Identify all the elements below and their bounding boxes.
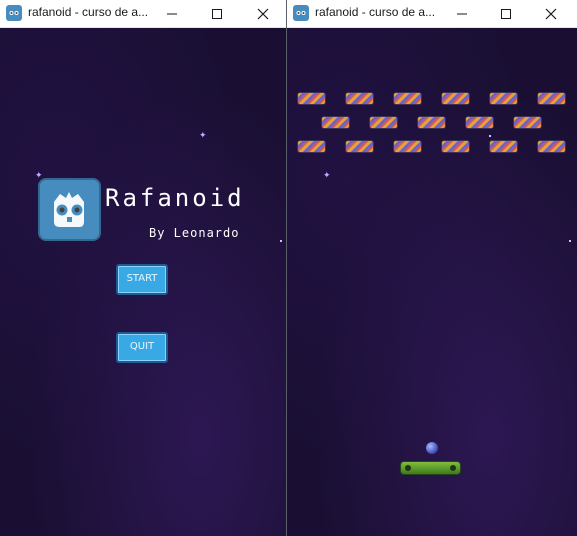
byline: By Leonardo [149,226,240,240]
close-icon [545,8,557,19]
game-title: Rafanoid [105,184,245,212]
brick [393,92,422,105]
paddle-right-cap [450,465,456,471]
window-title: rafanoid - curso de a... [315,5,436,19]
brick [297,140,326,153]
menu-window: rafanoid - curso de a... ✦ ✦ Rafanoid By… [0,0,286,536]
brick [441,140,470,153]
close-button[interactable] [529,0,573,27]
title-bar[interactable]: rafanoid - curso de a... [0,0,286,28]
brick [345,92,374,105]
paddle-left-cap [405,465,411,471]
minimize-icon [167,13,177,14]
window-title: rafanoid - curso de a... [28,5,149,19]
brick [513,116,542,129]
start-button[interactable]: START [116,264,168,295]
title-bar[interactable]: rafanoid - curso de a... [287,0,577,28]
brick [345,140,374,153]
game-viewport[interactable]: ✦ [287,28,577,536]
close-button[interactable] [241,0,285,27]
brick [369,116,398,129]
brick [321,116,350,129]
minimize-button[interactable] [440,0,484,27]
brick [465,116,494,129]
minimize-icon [457,13,467,14]
quit-button[interactable]: QUIT [116,332,168,363]
brick [537,140,566,153]
maximize-button[interactable] [195,0,239,27]
star-icon: ✦ [199,131,207,141]
ball [426,442,438,454]
brick [489,92,518,105]
godot-app-icon [6,5,22,21]
star-dot [280,240,282,242]
brick [537,92,566,105]
brick [393,140,422,153]
game-window: rafanoid - curso de a... ✦ [287,0,577,536]
maximize-icon [212,8,222,19]
maximize-button[interactable] [484,0,528,27]
maximize-icon [501,8,511,19]
star-dot [489,135,491,137]
star-icon: ✦ [323,171,331,181]
brick [489,140,518,153]
brick [297,92,326,105]
godot-app-icon [293,5,309,21]
brick [417,116,446,129]
star-dot [569,240,571,242]
close-icon [257,8,269,19]
godot-robot-icon [54,192,84,227]
brick [441,92,470,105]
paddle[interactable] [400,461,461,475]
minimize-button[interactable] [150,0,194,27]
godot-logo [38,178,101,241]
game-viewport[interactable]: ✦ ✦ Rafanoid By Leonardo START QUIT [0,28,286,536]
